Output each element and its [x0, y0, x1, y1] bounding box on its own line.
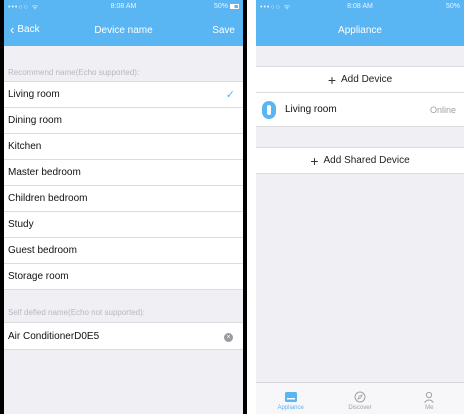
device-status: Online	[429, 105, 456, 115]
battery-percent: 50%	[213, 3, 228, 10]
room-option-guest-bedroom[interactable]: Guest bedroom	[4, 238, 243, 264]
device-list-item[interactable]: Living room Online	[256, 93, 464, 127]
room-label: Dining room	[8, 115, 62, 126]
header-bar: •••○○ ᯤ 8:08 AM 50% ‹ Back Device name S…	[4, 0, 243, 46]
room-label: Storage room	[8, 271, 69, 282]
plus-icon: +	[327, 71, 337, 88]
device-name-screen: •••○○ ᯤ 8:08 AM 50% ‹ Back Device name S…	[4, 0, 243, 414]
self-defined-section-label: Self defied name(Echo not supported):	[8, 308, 145, 317]
clear-icon[interactable]: ×	[224, 333, 233, 342]
header-bar: •••○○ ᯤ 8:08 AM 50% Appliance	[256, 0, 464, 46]
room-label: Living room	[8, 89, 60, 100]
room-label: Study	[8, 219, 34, 230]
add-shared-device-button[interactable]: + Add Shared Device	[256, 147, 464, 174]
add-device-label: Add Device	[341, 74, 393, 85]
tab-label: Appliance	[277, 405, 304, 411]
room-option-dining-room[interactable]: Dining room	[4, 108, 243, 134]
plus-icon: +	[310, 152, 319, 169]
recommend-section-label: Recommend name(Echo supported):	[8, 68, 140, 77]
room-list: Living room ✓ Dining room Kitchen Master …	[4, 81, 243, 290]
tab-discover[interactable]: Discover	[325, 383, 394, 414]
tab-bar: Appliance Discover Me	[256, 382, 464, 414]
room-option-study[interactable]: Study	[4, 212, 243, 238]
page-title: Device name	[94, 25, 153, 36]
status-bar: •••○○ ᯤ 8:08 AM 50%	[256, 0, 464, 14]
room-label: Children bedroom	[8, 193, 88, 204]
room-option-children-bedroom[interactable]: Children bedroom	[4, 186, 243, 212]
room-label: Master bedroom	[8, 167, 81, 178]
room-label: Kitchen	[8, 141, 42, 152]
add-shared-device-label: Add Shared Device	[323, 155, 410, 166]
save-button[interactable]: Save	[212, 25, 235, 36]
room-option-living-room[interactable]: Living room ✓	[4, 82, 243, 108]
appliance-phone: •••○○ ᯤ 8:08 AM 50% Appliance + Add Devi…	[256, 0, 464, 414]
battery-icon	[230, 3, 239, 9]
custom-name-row: ×	[4, 322, 243, 350]
device-name-phone: •••○○ ᯤ 8:08 AM 50% ‹ Back Device name S…	[0, 0, 247, 414]
status-time: 8:08 AM	[110, 3, 137, 10]
room-option-storage-room[interactable]: Storage room	[4, 264, 243, 290]
nav-bar: Appliance	[256, 14, 464, 46]
tab-appliance[interactable]: Appliance	[256, 383, 325, 414]
tab-me[interactable]: Me	[395, 383, 464, 414]
battery-indicator: 50%	[446, 3, 460, 10]
tab-label: Me	[425, 405, 434, 411]
battery-percent: 50%	[445, 3, 460, 10]
compass-icon	[354, 391, 366, 403]
custom-name-input[interactable]	[8, 330, 188, 342]
appliance-icon	[284, 392, 297, 402]
battery-indicator: 50%	[214, 3, 239, 10]
add-device-button[interactable]: + Add Device	[256, 66, 464, 93]
status-bar: •••○○ ᯤ 8:08 AM 50%	[4, 0, 243, 14]
nav-bar: ‹ Back Device name Save	[4, 14, 243, 46]
air-conditioner-icon	[262, 100, 276, 119]
page-title: Appliance	[338, 25, 382, 36]
checkmark-icon: ✓	[225, 89, 235, 101]
appliance-screen: •••○○ ᯤ 8:08 AM 50% Appliance + Add Devi…	[256, 0, 464, 414]
status-time: 8:08 AM	[347, 3, 373, 10]
room-label: Guest bedroom	[8, 245, 77, 256]
room-option-kitchen[interactable]: Kitchen	[4, 134, 243, 160]
person-icon	[424, 391, 435, 403]
tab-label: Discover	[348, 405, 372, 411]
room-option-master-bedroom[interactable]: Master bedroom	[4, 160, 243, 186]
device-name: Living room	[285, 104, 337, 115]
